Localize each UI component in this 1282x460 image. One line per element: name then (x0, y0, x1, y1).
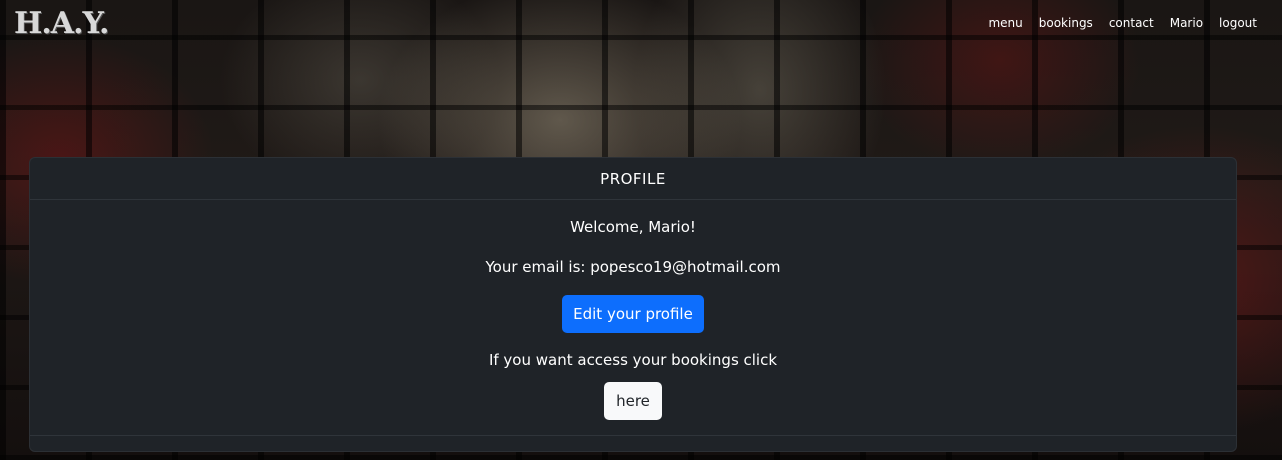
nav-links: menu bookings contact Mario logout (972, 16, 1257, 30)
profile-card-header: PROFILE (30, 158, 1236, 200)
bookings-here-button[interactable]: here (604, 382, 662, 420)
welcome-message: Welcome, Mario! (570, 218, 696, 236)
nav-link-logout[interactable]: logout (1219, 16, 1257, 30)
nav-link-user[interactable]: Mario (1170, 16, 1203, 30)
nav-link-menu[interactable]: menu (988, 16, 1022, 30)
profile-card: PROFILE Welcome, Mario! Your email is: p… (29, 157, 1237, 452)
profile-title: PROFILE (600, 169, 666, 188)
navbar: H.A.Y. menu bookings contact Mario logou… (0, 0, 1282, 48)
card-footer-divider (30, 435, 1236, 436)
page-background: H.A.Y. menu bookings contact Mario logou… (0, 0, 1282, 460)
email-text: Your email is: popesco19@hotmail.com (485, 258, 781, 276)
brand-logo[interactable]: H.A.Y. (14, 6, 110, 41)
nav-link-bookings[interactable]: bookings (1039, 16, 1093, 30)
nav-link-contact[interactable]: contact (1109, 16, 1154, 30)
edit-profile-button[interactable]: Edit your profile (562, 295, 704, 333)
bookings-instruction: If you want access your bookings click (488, 351, 778, 369)
